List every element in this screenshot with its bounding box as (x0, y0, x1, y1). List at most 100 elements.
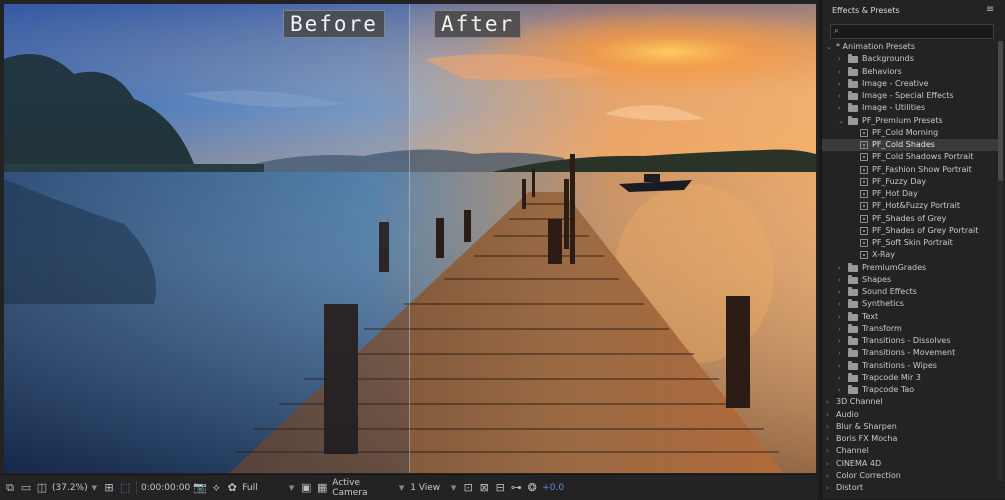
transparency-grid-icon[interactable]: ▦ (316, 479, 328, 497)
preset-item[interactable]: PF_Fuzzy Day (822, 176, 998, 188)
category-item[interactable]: › Color Correction (822, 470, 998, 482)
chevron-right-icon[interactable]: › (838, 78, 841, 90)
folder-item[interactable]: › Shapes (822, 274, 998, 286)
category-item[interactable]: › CINEMA 4D (822, 458, 998, 470)
chevron-down-icon[interactable]: ⌄ (838, 115, 844, 127)
split-divider[interactable] (409, 4, 410, 473)
chevron-right-icon[interactable]: › (838, 102, 841, 114)
vr-goggles-icon[interactable]: ◫ (36, 479, 48, 497)
view-layout-dropdown[interactable]: 1 View ▼ (410, 479, 458, 497)
folder-item[interactable]: › Image - Utilities (822, 102, 998, 114)
mask-visibility-icon[interactable]: ⬚ (119, 479, 131, 497)
chevron-right-icon[interactable]: › (838, 66, 841, 78)
fast-previews-icon[interactable]: ⊠ (478, 479, 490, 497)
preset-item[interactable]: PF_Soft Skin Portrait (822, 237, 998, 249)
folder-item[interactable]: › Trapcode Mir 3 (822, 372, 998, 384)
folder-item[interactable]: › Transitions - Dissolves (822, 335, 998, 347)
chevron-right-icon[interactable]: › (826, 482, 829, 494)
region-of-interest-icon[interactable]: ▣ (300, 479, 312, 497)
chevron-right-icon[interactable]: › (838, 262, 841, 274)
scrollbar-thumb[interactable] (998, 41, 1003, 181)
chevron-right-icon[interactable]: › (838, 311, 841, 323)
category-item[interactable]: › Boris FX Mocha (822, 433, 998, 445)
composition-frame[interactable]: Before After (4, 4, 816, 473)
category-item[interactable]: › 3D Channel (822, 396, 998, 408)
search-input[interactable] (845, 25, 985, 38)
chevron-right-icon[interactable]: › (826, 433, 829, 445)
snapshot-camera-icon[interactable]: 📷 (193, 479, 207, 497)
chevron-right-icon[interactable]: › (826, 470, 829, 482)
tree-item-label: Trapcode Tao (862, 385, 915, 394)
show-snapshot-icon[interactable]: ⟡ (210, 479, 222, 497)
folder-item[interactable]: › Image - Special Effects (822, 90, 998, 102)
chevron-right-icon[interactable]: › (826, 409, 829, 421)
search-box[interactable]: ⌕ (830, 24, 994, 39)
preset-item[interactable]: PF_Cold Shades (822, 139, 998, 152)
folder-item[interactable]: › Transitions - Movement (822, 347, 998, 359)
folder-item[interactable]: › Transitions - Wipes (822, 360, 998, 372)
folder-item[interactable]: › Transform (822, 323, 998, 335)
resolution-grid-icon[interactable]: ⊞ (103, 479, 115, 497)
color-channels-icon[interactable]: ✿ (226, 479, 238, 497)
chevron-right-icon[interactable]: › (838, 360, 841, 372)
chevron-right-icon[interactable]: › (838, 347, 841, 359)
preset-item[interactable]: PF_Shades of Grey (822, 213, 998, 225)
panel-scrollbar[interactable] (998, 41, 1003, 481)
preset-item[interactable]: PF_Hot Day (822, 188, 998, 200)
chevron-right-icon[interactable]: › (826, 458, 829, 470)
folder-item[interactable]: › Behaviors (822, 66, 998, 78)
folder-item[interactable]: ⌄ PF_Premium Presets (822, 115, 998, 127)
tree-item-label: Channel (836, 446, 869, 456)
always-preview-icon[interactable]: ⧉ (4, 479, 16, 497)
timeline-icon[interactable]: ⊟ (494, 479, 506, 497)
folder-item[interactable]: › Backgrounds (822, 53, 998, 65)
tree-item-label: Transitions - Dissolves (862, 336, 951, 345)
category-item[interactable]: › Distort (822, 482, 998, 494)
chevron-right-icon[interactable]: › (826, 445, 829, 457)
chevron-right-icon[interactable]: › (838, 298, 841, 310)
chevron-right-icon[interactable]: › (826, 396, 829, 408)
chevron-right-icon[interactable]: › (826, 421, 829, 433)
chevron-right-icon[interactable]: › (838, 335, 841, 347)
chevron-right-icon[interactable]: › (838, 384, 841, 396)
folder-item[interactable]: › Image - Creative (822, 78, 998, 90)
category-item[interactable]: ⌄ * Animation Presets (822, 41, 998, 53)
chevron-right-icon[interactable]: › (838, 90, 841, 102)
folder-item[interactable]: › Sound Effects (822, 286, 998, 298)
chevron-right-icon[interactable]: › (838, 53, 841, 65)
category-item[interactable]: › Blur & Sharpen (822, 421, 998, 433)
reset-exposure-icon[interactable]: ❂ (526, 479, 538, 497)
folder-item[interactable]: › PremiumGrades (822, 262, 998, 274)
chevron-down-icon[interactable]: ⌄ (826, 41, 832, 53)
preset-item[interactable]: PF_Cold Shadows Portrait (822, 151, 998, 163)
panel-tab[interactable]: Effects & Presets ≡ (822, 0, 1005, 22)
chevron-right-icon[interactable]: › (838, 274, 841, 286)
folder-item[interactable]: › Synthetics (822, 298, 998, 310)
camera-dropdown[interactable]: Active Camera ▼ (332, 478, 406, 498)
zoom-dropdown[interactable]: (37.2%) ▼ (52, 479, 99, 497)
before-label: Before (283, 10, 385, 38)
hamburger-menu-icon[interactable]: ≡ (986, 4, 994, 15)
preset-item[interactable]: PF_Cold Morning (822, 127, 998, 139)
folder-icon (848, 360, 858, 370)
category-item[interactable]: › Audio (822, 409, 998, 421)
chevron-right-icon[interactable]: › (838, 372, 841, 384)
preset-item[interactable]: PF_Hot&Fuzzy Portrait (822, 200, 998, 212)
composition-viewer[interactable]: Before After ⧉ ▭ ◫ (37.2%) ▼ ⊞ ⬚ 0:00:00:… (0, 0, 818, 500)
preset-item[interactable]: PF_Fashion Show Portrait (822, 164, 998, 176)
resolution-dropdown[interactable]: Full ▼ (242, 479, 296, 497)
preset-item[interactable]: PF_Shades of Grey Portrait (822, 225, 998, 237)
chevron-right-icon[interactable]: › (838, 286, 841, 298)
folder-item[interactable]: › Text (822, 311, 998, 323)
monitor-icon[interactable]: ▭ (20, 479, 32, 497)
exposure-value[interactable]: +0.0 (542, 479, 564, 497)
category-item[interactable]: › Channel (822, 445, 998, 457)
flowchart-icon[interactable]: ⊶ (510, 479, 522, 497)
chevron-right-icon[interactable]: › (838, 323, 841, 335)
folder-item[interactable]: › Trapcode Tao (822, 384, 998, 396)
folder-icon (848, 336, 858, 345)
timecode[interactable]: 0:00:00:00 (141, 479, 190, 497)
preset-item[interactable]: X-Ray (822, 249, 998, 261)
toggle-pixel-aspect-icon[interactable]: ⊡ (462, 479, 474, 497)
folder-icon (848, 385, 858, 394)
